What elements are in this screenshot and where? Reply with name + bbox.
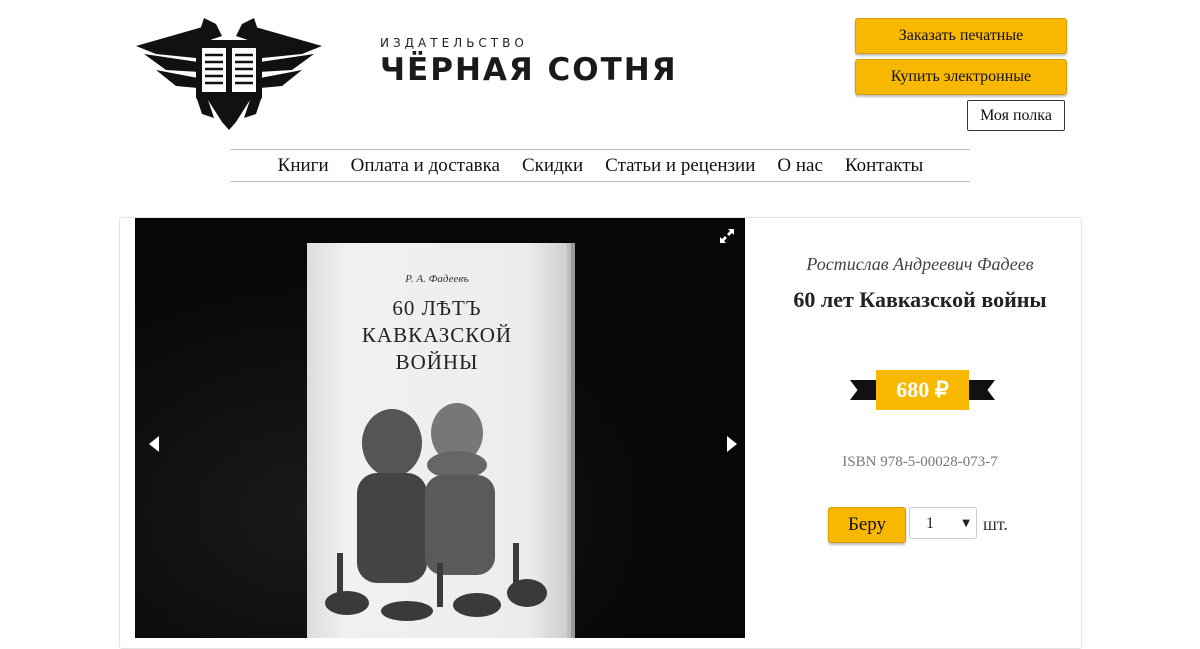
publisher-name: ЧЁРНАЯ СОТНЯ xyxy=(380,52,678,88)
book-cover: Р. А. Фадеевъ 60 ЛѢТЪ КАВКАЗСКОЙ ВОЙНЫ xyxy=(307,243,567,638)
cover-title-line3: ВОЙНЫ xyxy=(395,350,479,374)
nav-item-discounts[interactable]: Скидки xyxy=(522,155,583,177)
previous-image-arrow-icon[interactable] xyxy=(145,434,165,454)
quantity-value: 1 xyxy=(926,515,934,532)
nav-item-articles[interactable]: Статьи и рецензии xyxy=(605,155,755,177)
brand[interactable]: ИЗДАТЕЛЬСТВО ЧЁРНАЯ СОТНЯ xyxy=(380,36,678,88)
quantity-unit: шт. xyxy=(983,514,1008,534)
nav-item-books[interactable]: Книги xyxy=(278,155,329,177)
nav-item-payment-delivery[interactable]: Оплата и доставка xyxy=(351,155,500,177)
product-isbn: ISBN 978-5-00028-073-7 xyxy=(842,454,998,470)
ribbon-right-tail xyxy=(965,380,995,400)
eagle-book-logo-icon[interactable] xyxy=(136,18,322,130)
product-title: 60 лет Кавказской войны xyxy=(793,287,1047,312)
cover-title-line1: 60 ЛѢТЪ xyxy=(392,296,482,320)
cover-title-line2: КАВКАЗСКОЙ xyxy=(361,323,513,347)
add-to-cart-button[interactable]: Беру xyxy=(828,507,906,543)
cover-illustration xyxy=(325,403,547,621)
fullscreen-expand-icon[interactable] xyxy=(719,228,735,244)
chevron-down-icon: ▼ xyxy=(962,518,970,529)
buy-electronic-button[interactable]: Купить электронные xyxy=(855,59,1067,95)
main-nav: Книги Оплата и доставка Скидки Статьи и … xyxy=(231,149,970,182)
cover-author: Р. А. Фадеевъ xyxy=(405,273,469,285)
next-image-arrow-icon[interactable] xyxy=(721,434,741,454)
cover-title: 60 ЛѢТЪ КАВКАЗСКОЙ ВОЙНЫ xyxy=(307,295,567,376)
nav-item-about[interactable]: О нас xyxy=(777,155,823,177)
product-author[interactable]: Ростислав Андреевич Фадеев xyxy=(760,254,1080,275)
nav-item-contacts[interactable]: Контакты xyxy=(845,155,923,177)
product-photo-gallery[interactable]: Р. А. Фадеевъ 60 ЛѢТЪ КАВКАЗСКОЙ ВОЙНЫ xyxy=(135,218,745,638)
quantity-select[interactable]: 1 ▼ xyxy=(909,507,977,539)
my-shelf-button[interactable]: Моя полка xyxy=(967,100,1065,131)
order-print-button[interactable]: Заказать печатные xyxy=(855,18,1067,54)
price-ribbon: 680 ₽ xyxy=(850,370,995,410)
publisher-label: ИЗДАТЕЛЬСТВО xyxy=(380,36,528,50)
product-price: 680 ₽ xyxy=(876,370,969,410)
